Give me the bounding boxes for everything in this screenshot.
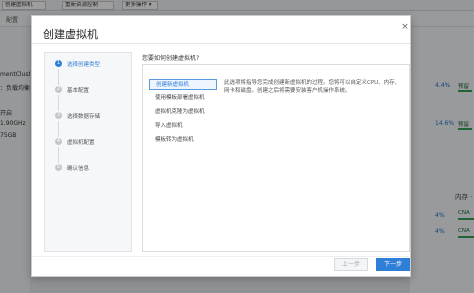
step-connector <box>58 95 59 111</box>
option-clone-vm[interactable]: 虚拟机克隆为虚拟机 <box>149 107 217 118</box>
create-vm-dialog: 创建虚拟机 × 1 选择创建类型 2 基本配置 3 选择数据存储 4 虚拟机配置… <box>31 15 411 277</box>
create-type-panel: 创建新虚拟机 使用模板部署虚拟机 虚拟机克隆为虚拟机 导入虚拟机 模板转为虚拟机… <box>142 64 410 252</box>
step-number: 3 <box>55 112 62 119</box>
footer-divider <box>32 256 410 257</box>
step-number: 2 <box>55 86 62 93</box>
step-label: 选择数据存储 <box>67 114 101 120</box>
prev-button[interactable]: 上一步 <box>334 258 368 271</box>
option-import-vm[interactable]: 导入虚拟机 <box>149 121 217 132</box>
create-question: 您要如何创建虚拟机? <box>142 55 200 62</box>
option-new-vm[interactable]: 创建新虚拟机 <box>149 79 217 90</box>
step-connector <box>58 69 59 85</box>
option-deploy-from-template[interactable]: 使用模板部署虚拟机 <box>149 93 217 104</box>
step-number: 5 <box>55 164 62 171</box>
step-label: 虚拟机配置 <box>67 140 95 146</box>
step-number: 1 <box>55 60 62 67</box>
close-icon[interactable]: × <box>401 23 409 32</box>
step-label: 基本配置 <box>67 88 90 94</box>
step-label: 确认信息 <box>67 166 90 172</box>
next-button[interactable]: 下一步 <box>376 258 410 271</box>
option-description: 此选项将指导您完成创建新虚拟机的过程。您将可以自定义CPU、内存、网卡和磁盘。创… <box>224 80 401 94</box>
step-label: 选择创建类型 <box>67 62 101 68</box>
wizard-steps: 1 选择创建类型 2 基本配置 3 选择数据存储 4 虚拟机配置 5 确认信息 <box>44 52 132 252</box>
step-number: 4 <box>55 138 62 145</box>
option-template-to-vm[interactable]: 模板转为虚拟机 <box>149 135 217 146</box>
dialog-title: 创建虚拟机 <box>43 28 98 41</box>
title-divider <box>32 43 410 44</box>
step-connector <box>58 147 59 163</box>
step-connector <box>58 121 59 137</box>
